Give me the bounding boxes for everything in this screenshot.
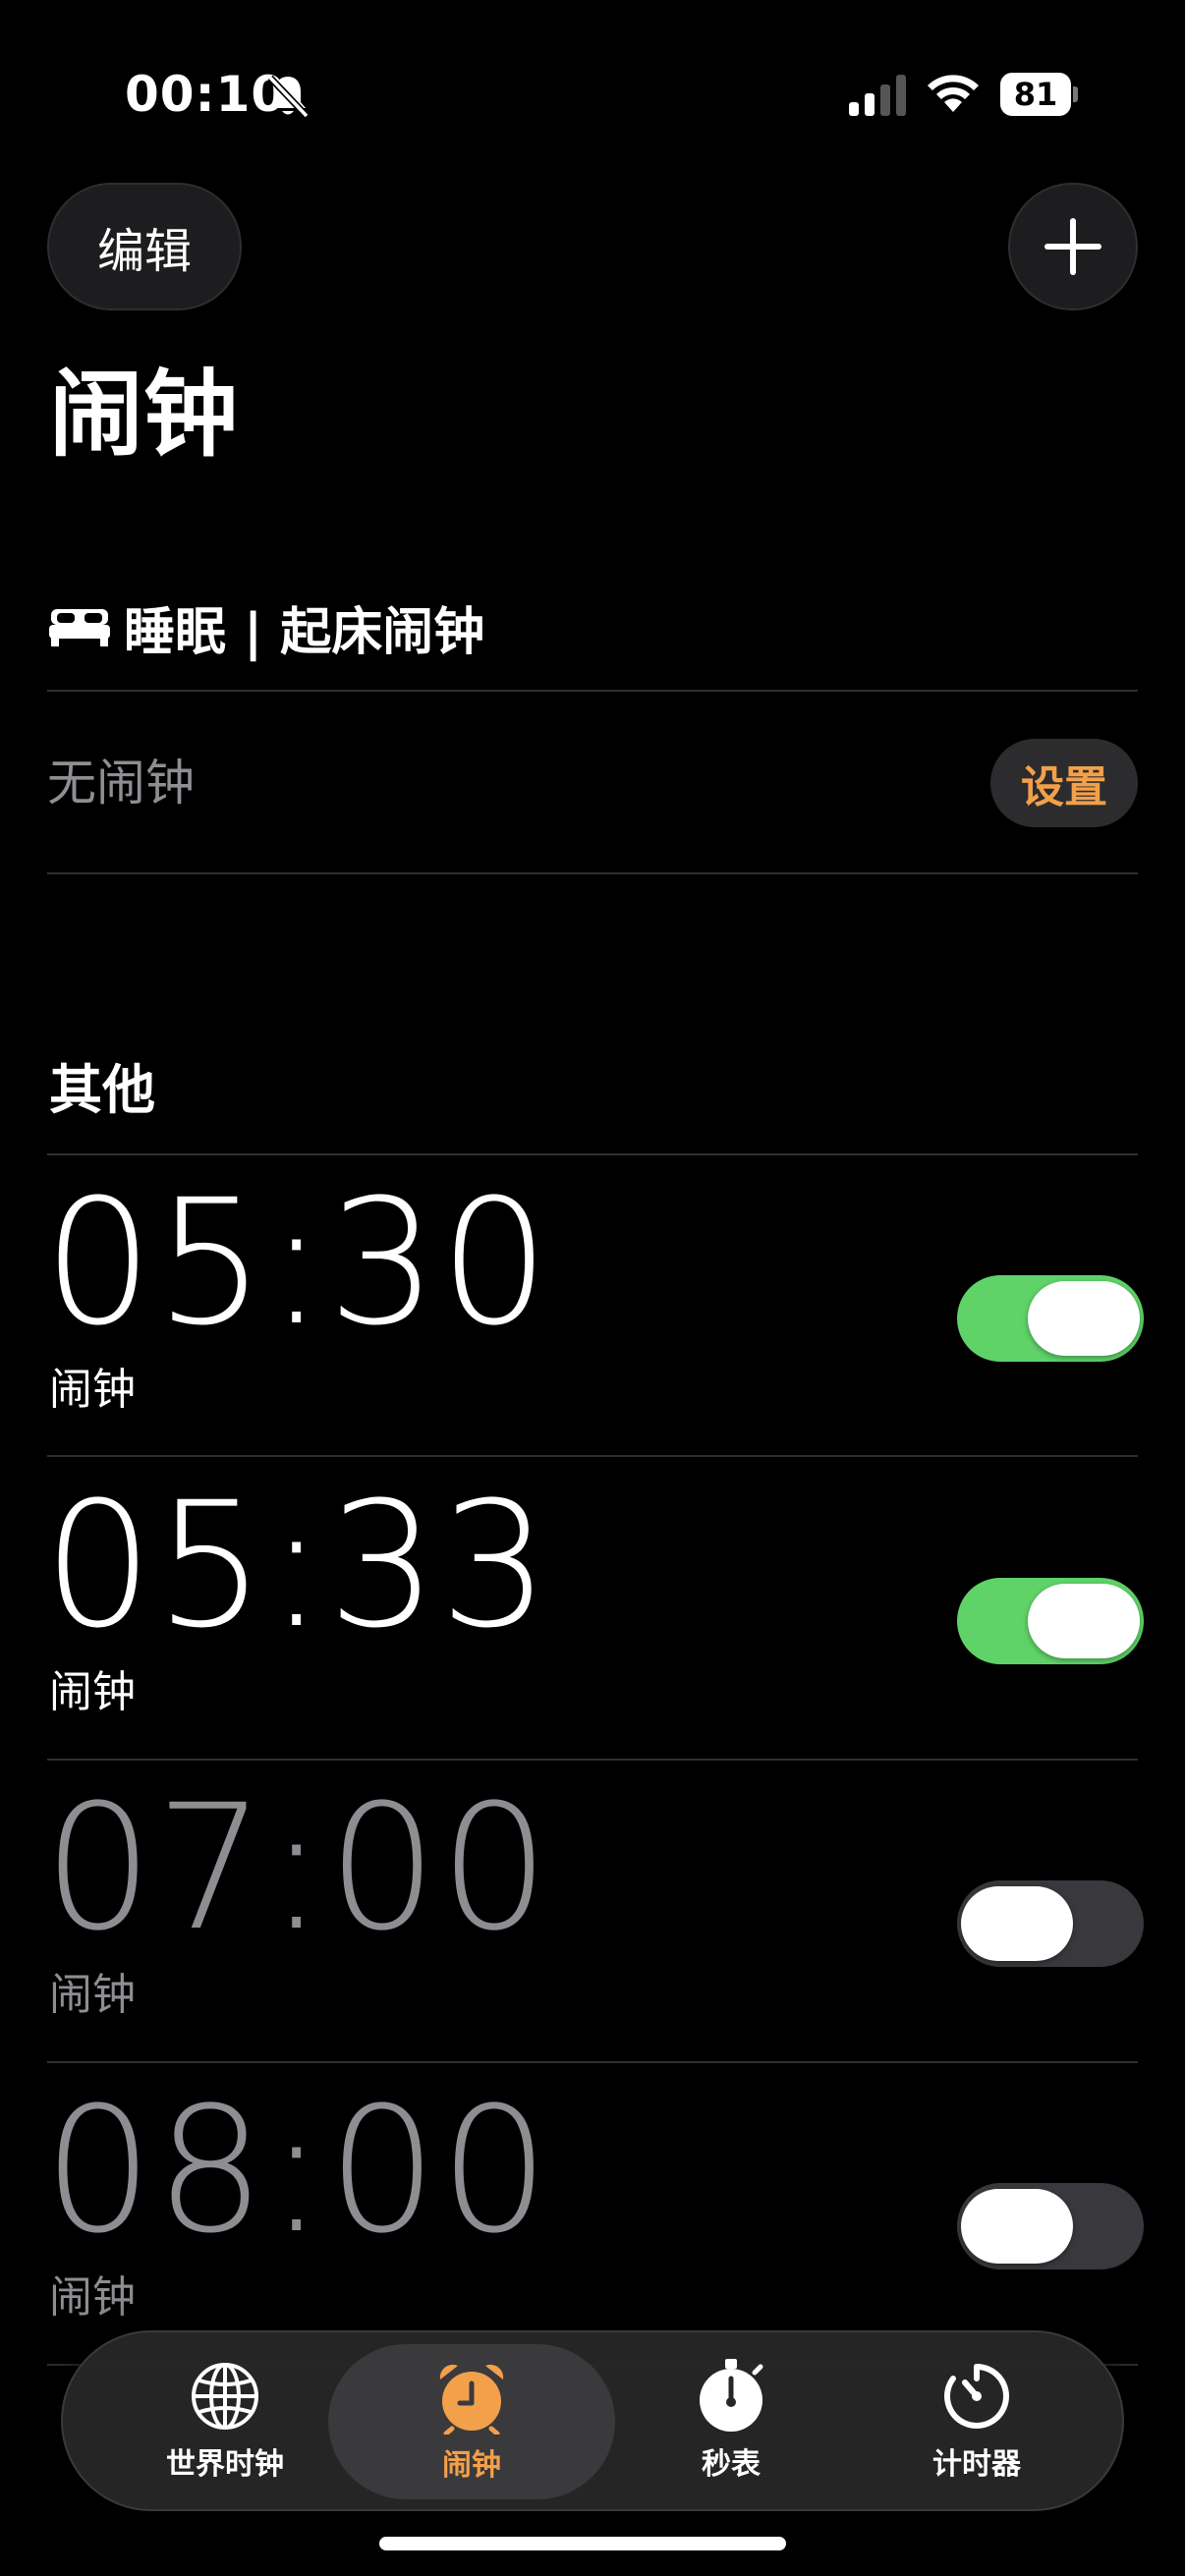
tab-stopwatch[interactable]: 秒表	[623, 2332, 839, 2509]
home-indicator[interactable]	[379, 2537, 786, 2550]
alarm-row[interactable]: 08:00 闹钟	[0, 2063, 1185, 2366]
alarm-clock-icon	[439, 2364, 504, 2435]
plus-icon	[1044, 218, 1101, 275]
alarm-label: 闹钟	[49, 1970, 136, 2020]
globe-icon	[192, 2363, 258, 2430]
timer-icon	[944, 2364, 1009, 2429]
status-time: 00:10	[125, 66, 287, 123]
sleep-setup-button[interactable]: 设置	[990, 739, 1138, 827]
tab-label: 秒表	[702, 2447, 761, 2482]
alarm-toggle[interactable]	[957, 1275, 1144, 1362]
alarm-toggle[interactable]	[957, 1880, 1144, 1967]
alarm-time: 05:33	[43, 1465, 552, 1666]
alarm-row[interactable]: 05:30 闹钟	[0, 1155, 1185, 1458]
edit-button[interactable]: 编辑	[47, 183, 242, 310]
alarm-time: 05:30	[43, 1162, 552, 1364]
tab-timer[interactable]: 计时器	[869, 2332, 1085, 2509]
add-alarm-button[interactable]	[1008, 183, 1138, 310]
tab-bar: 世界时钟 闹钟 秒表 计时器	[61, 2330, 1124, 2511]
tab-label: 闹钟	[442, 2448, 501, 2483]
page-title: 闹钟	[49, 360, 238, 470]
tab-world-clock[interactable]: 世界时钟	[112, 2332, 338, 2509]
sleep-status: 无闹钟	[47, 755, 195, 812]
bed-icon	[49, 609, 110, 646]
sleep-section-header: 睡眠 | 起床闹钟	[49, 588, 484, 666]
alarm-time: 07:00	[43, 1767, 552, 1969]
cellular-signal-icon	[849, 75, 906, 116]
stopwatch-icon	[700, 2359, 763, 2432]
alarm-row[interactable]: 07:00 闹钟	[0, 1761, 1185, 2063]
alarm-label: 闹钟	[49, 1365, 136, 1415]
sleep-section-title: 睡眠 | 起床闹钟	[124, 602, 485, 662]
others-section-header: 其他	[49, 1059, 155, 1121]
alarm-label: 闹钟	[49, 1667, 136, 1717]
wifi-icon	[928, 75, 979, 112]
divider	[47, 872, 1138, 874]
battery-icon: 81	[1000, 73, 1079, 116]
alarm-toggle[interactable]	[957, 2183, 1144, 2269]
tab-label: 计时器	[932, 2447, 1021, 2482]
tab-label: 世界时钟	[166, 2447, 284, 2482]
battery-percent: 81	[1013, 76, 1058, 113]
tab-alarm[interactable]: 闹钟	[328, 2344, 615, 2499]
alarm-row[interactable]: 05:33 闹钟	[0, 1458, 1185, 1761]
alarm-label: 闹钟	[49, 2272, 136, 2323]
divider	[47, 690, 1138, 692]
bell-slash-icon	[267, 75, 310, 119]
alarm-time: 08:00	[43, 2070, 552, 2271]
alarm-toggle[interactable]	[957, 1578, 1144, 1664]
clock-app-screen: 00:10 81 编辑 闹钟 睡眠 | 起床闹钟 无闹钟 设置 其他 05:30…	[0, 0, 1185, 2576]
divider	[47, 1455, 1138, 1457]
